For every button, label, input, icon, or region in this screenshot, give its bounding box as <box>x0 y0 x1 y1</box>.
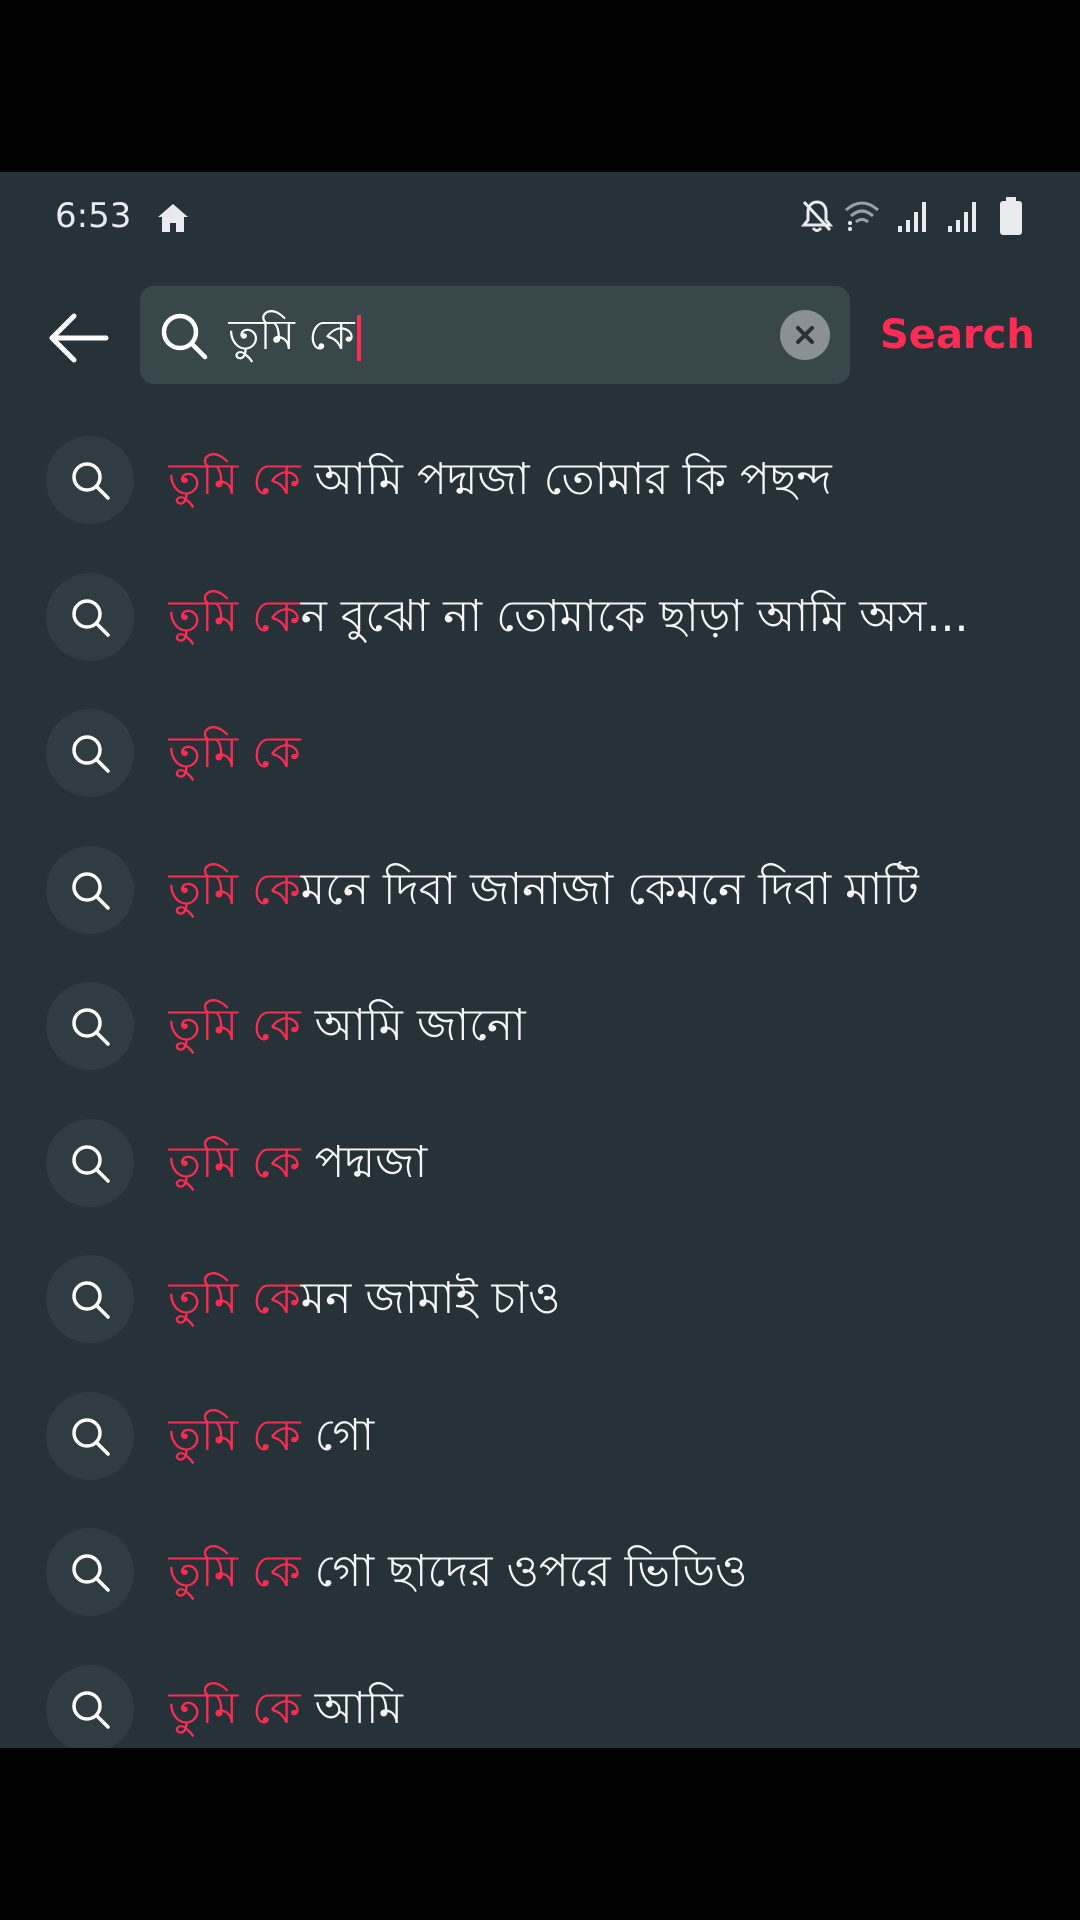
suggestion-item[interactable]: তুমি কে গো ছাদের ওপরে ভিডিও <box>0 1504 1080 1640</box>
suggestion-rest: গো <box>300 1410 375 1461</box>
suggestion-item[interactable]: তুমি কেমনে দিবা জানাজা কেমনে দিবা মাটি <box>0 822 1080 958</box>
search-icon <box>72 1145 110 1183</box>
search-icon <box>72 735 110 773</box>
suggestion-search-icon-wrap <box>46 1665 134 1748</box>
suggestion-text: তুমি কে পদ্মজা <box>168 1131 1038 1195</box>
search-icon <box>72 872 110 910</box>
suggestion-highlight: তুমি কে <box>168 864 301 915</box>
suggestion-text: তুমি কে আমি জানো <box>168 994 1038 1058</box>
status-time: 6:53 <box>55 196 132 236</box>
suggestion-search-icon-wrap <box>46 1255 134 1343</box>
suggestion-search-icon-wrap <box>46 436 134 524</box>
suggestion-rest: আমি জানো <box>300 1000 526 1051</box>
suggestion-item[interactable]: তুমি কেমন জামাই চাও <box>0 1231 1080 1367</box>
back-arrow-icon <box>49 313 109 363</box>
battery-icon <box>1000 197 1022 235</box>
suggestion-search-icon-wrap <box>46 846 134 934</box>
suggestion-search-icon-wrap <box>46 573 134 661</box>
clear-icon <box>796 326 814 344</box>
suggestion-search-icon-wrap <box>46 709 134 797</box>
search-icon <box>161 313 208 360</box>
text-caret <box>356 314 361 361</box>
suggestion-search-icon-wrap <box>46 982 134 1070</box>
suggestion-rest: গো ছাদের ওপরে ভিডিও <box>300 1546 748 1597</box>
search-icon <box>72 1008 110 1046</box>
suggestion-rest: মন জামাই চাও <box>300 1273 561 1324</box>
suggestion-highlight: তুমি কে <box>168 591 301 642</box>
suggestion-search-icon-wrap <box>46 1119 134 1207</box>
suggestion-search-icon-wrap <box>46 1528 134 1616</box>
suggestion-rest: ন বুঝো না তোমাকে ছাড়া আমি অস... <box>300 591 969 642</box>
status-bar: 6:53 <box>0 172 1080 264</box>
suggestion-highlight: তুমি কে <box>168 1273 301 1324</box>
search-icon <box>72 1281 110 1319</box>
signal-icon <box>898 202 926 232</box>
wifi-icon <box>845 201 879 231</box>
signal-icon <box>948 202 976 232</box>
search-icon <box>72 462 110 500</box>
suggestion-rest: পদ্মজা <box>300 1137 428 1188</box>
suggestion-text: তুমি কেমনে দিবা জানাজা কেমনে দিবা মাটি <box>168 858 1038 922</box>
suggestion-text: তুমি কেমন জামাই চাও <box>168 1267 1038 1331</box>
suggestion-item[interactable]: তুমি কে গো <box>0 1368 1080 1504</box>
app-screen: 6:53 তুমি কে Search তুমি কে আমি পদ্মজা ত… <box>0 172 1080 1748</box>
search-submit-button[interactable]: Search <box>880 300 1035 370</box>
suggestion-item[interactable]: তুমি কে আমি <box>0 1641 1080 1748</box>
search-icon <box>72 1418 110 1456</box>
suggestion-item[interactable]: তুমি কে <box>0 685 1080 821</box>
search-icon <box>72 1554 110 1592</box>
search-input[interactable]: তুমি কে <box>228 302 748 368</box>
search-query: তুমি কে <box>228 310 355 359</box>
suggestion-text: তুমি কে আমি <box>168 1677 1038 1741</box>
suggestion-text: তুমি কে গো ছাদের ওপরে ভিডিও <box>168 1540 1038 1604</box>
suggestion-highlight: তুমি কে <box>168 1546 301 1597</box>
search-icon <box>72 1691 110 1729</box>
suggestion-item[interactable]: তুমি কে আমি জানো <box>0 958 1080 1094</box>
suggestion-rest: মনে দিবা জানাজা কেমনে দিবা মাটি <box>300 864 919 915</box>
mute-icon <box>800 200 834 232</box>
suggestion-highlight: তুমি কে <box>168 1683 301 1734</box>
search-icon <box>72 599 110 637</box>
home-icon <box>158 204 188 232</box>
suggestion-highlight: তুমি কে <box>168 1000 301 1051</box>
suggestion-text: তুমি কেন বুঝো না তোমাকে ছাড়া আমি অস... <box>168 585 1038 649</box>
suggestion-item[interactable]: তুমি কেন বুঝো না তোমাকে ছাড়া আমি অস... <box>0 549 1080 685</box>
back-button[interactable] <box>40 300 116 376</box>
suggestion-highlight: তুমি কে <box>168 1137 301 1188</box>
suggestion-text: তুমি কে আমি পদ্মজা তোমার কি পছন্দ <box>168 448 1038 512</box>
suggestion-search-icon-wrap <box>46 1392 134 1480</box>
suggestion-rest: আমি পদ্মজা তোমার কি পছন্দ <box>300 454 832 505</box>
suggestion-text: তুমি কে <box>168 721 1038 785</box>
suggestion-rest: আমি <box>300 1683 403 1734</box>
suggestion-highlight: তুমি কে <box>168 727 301 778</box>
search-box[interactable]: তুমি কে <box>140 286 850 384</box>
suggestion-text: তুমি কে গো <box>168 1404 1038 1468</box>
suggestion-item[interactable]: তুমি কে পদ্মজা <box>0 1095 1080 1231</box>
suggestion-highlight: তুমি কে <box>168 1410 301 1461</box>
clear-button[interactable] <box>780 310 830 360</box>
suggestion-highlight: তুমি কে <box>168 454 301 505</box>
suggestion-item[interactable]: তুমি কে আমি পদ্মজা তোমার কি পছন্দ <box>0 412 1080 548</box>
